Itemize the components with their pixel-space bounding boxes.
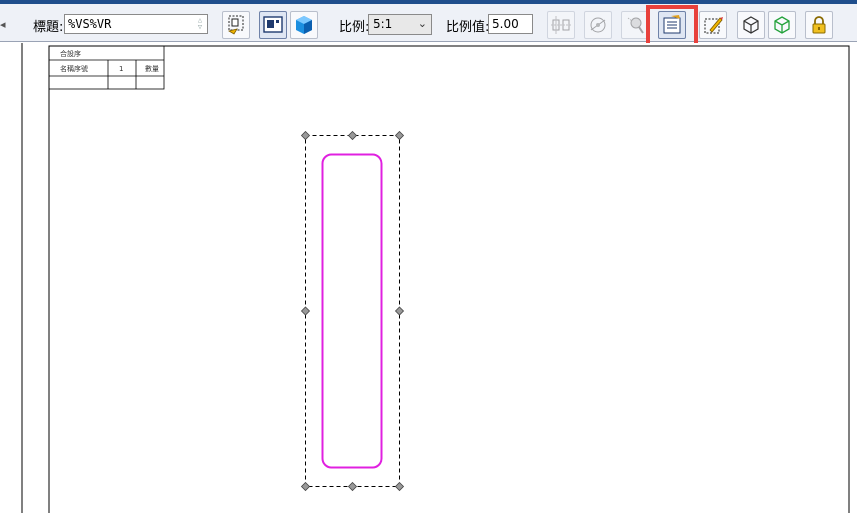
- cube-wireframe-icon: [743, 16, 759, 34]
- scale-label: 比例:: [339, 20, 370, 35]
- drawing-view[interactable]: [300, 130, 405, 492]
- selection-handle[interactable]: [347, 481, 358, 492]
- properties-list-button[interactable]: [658, 11, 686, 39]
- scale-value-label: 比例值:: [446, 20, 490, 35]
- title-block-col3: 數量: [145, 64, 159, 73]
- part-outline[interactable]: [321, 153, 383, 469]
- selection-handle[interactable]: [347, 130, 358, 141]
- scale-select[interactable]: 5:1 ⌄: [368, 14, 432, 35]
- drawing-view-layout-icon: [263, 16, 283, 33]
- align-views-button[interactable]: [547, 11, 575, 39]
- drawing-view-toolbar: ◂ 標題: %VS%VR △ ▽ 比例: 5:1 ⌄ 比例值: 5.00: [0, 4, 857, 42]
- title-input[interactable]: %VS%VR △ ▽: [64, 14, 208, 34]
- lock-icon: [812, 16, 826, 34]
- title-block-col1: 名稱序號: [60, 64, 88, 73]
- cube-shaded-green-icon: [774, 16, 790, 34]
- title-spin-icon[interactable]: △ ▽: [195, 17, 205, 31]
- selection-handle[interactable]: [394, 306, 405, 316]
- drawing-view-layout-button[interactable]: [259, 11, 287, 39]
- selection-handle[interactable]: [300, 481, 311, 492]
- title-block-header: 合設序: [60, 49, 81, 58]
- title-block: 合設序 名稱序號 1 數量: [48, 45, 165, 90]
- lock-button[interactable]: [805, 11, 833, 39]
- 3d-view-button[interactable]: [290, 11, 318, 39]
- magnify-view-icon: [627, 17, 644, 34]
- title-input-value: %VS%VR: [68, 17, 112, 31]
- shaded-view-button[interactable]: [768, 11, 796, 39]
- insert-view-icon: [227, 15, 244, 35]
- align-views-icon: [551, 16, 571, 34]
- section-view-icon: [590, 17, 606, 33]
- chevron-down-icon: ⌄: [417, 17, 427, 30]
- collapse-chevron-icon[interactable]: ◂: [0, 18, 6, 31]
- selection-handle[interactable]: [394, 481, 405, 492]
- sheet-border: [48, 45, 850, 513]
- title-block-col2: 1: [119, 65, 123, 73]
- view-selection-frame[interactable]: [305, 135, 400, 487]
- drawing-canvas[interactable]: 合設序 名稱序號 1 數量: [0, 43, 857, 513]
- selection-handle[interactable]: [300, 130, 311, 141]
- properties-list-icon: [663, 15, 681, 34]
- title-label: 標題:: [33, 20, 64, 35]
- edit-pencil-icon: [704, 17, 723, 34]
- scale-value-input[interactable]: 5.00: [488, 14, 533, 34]
- selection-handle[interactable]: [300, 306, 311, 316]
- insert-view-button[interactable]: [222, 11, 250, 39]
- section-view-button[interactable]: [584, 11, 612, 39]
- edit-button[interactable]: [699, 11, 727, 39]
- 3d-cube-icon: [296, 16, 312, 34]
- drawing-sheet: 合設序 名稱序號 1 數量: [21, 43, 850, 513]
- magnify-view-button[interactable]: [621, 11, 649, 39]
- wireframe-view-button[interactable]: [737, 11, 765, 39]
- scale-value-text: 5.00: [492, 17, 519, 31]
- selection-handle[interactable]: [394, 130, 405, 141]
- scale-select-value: 5:1: [373, 17, 393, 31]
